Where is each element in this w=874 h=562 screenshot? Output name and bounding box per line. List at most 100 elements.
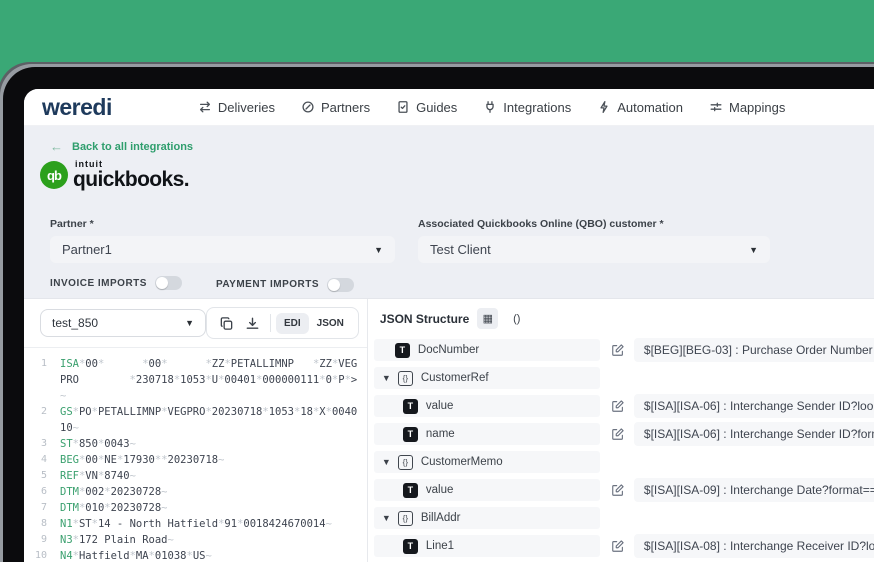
edit-mapping-icon[interactable] xyxy=(611,399,625,413)
structure-row: T value $[ISA][ISA-06] : Interchange Sen… xyxy=(373,394,874,418)
qbo-customer-select[interactable]: Test Client ▼ xyxy=(418,236,770,263)
edi-code-viewer[interactable]: 1 ISA*00* *00* *ZZ*PETALLIMNP *ZZ*VEGPRO … xyxy=(24,348,367,562)
field-pill[interactable]: T value xyxy=(373,479,600,501)
group-pill[interactable]: ▼ {} CustomerRef xyxy=(373,367,600,389)
field-pill[interactable]: T Line1 xyxy=(373,535,600,557)
download-button[interactable] xyxy=(239,310,265,336)
line-number: 2 xyxy=(40,406,47,417)
group-pill[interactable]: ▼ {} CustomerMemo xyxy=(373,451,600,473)
mapping-value[interactable]: $[ISA][ISA-08] : Interchange Receiver ID… xyxy=(633,534,874,558)
collapse-caret-icon[interactable]: ▼ xyxy=(382,457,391,467)
mapping-value[interactable]: $[ISA][ISA-06] : Interchange Sender ID?l… xyxy=(633,394,874,418)
structure-row: ▼ {} CustomerRef xyxy=(373,367,874,389)
field-pill[interactable]: T value xyxy=(373,395,600,417)
json-structure-header: JSON Structure ▦ () ✎ m xyxy=(368,299,874,337)
structure-row: T Line1 $[ISA][ISA-08] : Interchange Rec… xyxy=(373,534,874,558)
json-structure-panel: JSON Structure ▦ () ✎ m T DocNumber xyxy=(368,299,874,562)
invoice-imports-toggle[interactable] xyxy=(154,276,182,290)
table-view-icon[interactable]: ▦ xyxy=(477,308,499,329)
code-line: 9 N3*172 Plain Road~ xyxy=(24,532,367,548)
code-line: 5 REF*VN*8740~ xyxy=(24,468,367,484)
qbo-customer-select-value: Test Client xyxy=(430,242,491,257)
code-view-icon[interactable]: () xyxy=(506,308,527,329)
nav-item-automation[interactable]: Automation xyxy=(597,100,683,115)
code-line: 10 N4*Hatfield*MA*01038*US~ xyxy=(24,548,367,562)
deliveries-icon xyxy=(198,100,212,114)
line-number: 1 xyxy=(40,358,47,369)
qbo-customer-label: Associated Quickbooks Online (QBO) custo… xyxy=(418,218,664,230)
object-type-icon: {} xyxy=(397,454,413,470)
format-json-button[interactable]: JSON xyxy=(309,313,352,334)
panel-title: JSON Structure xyxy=(379,311,470,326)
page: weredi Deliveries Partners Guides Integr… xyxy=(0,0,874,562)
line-number: 6 xyxy=(40,486,47,497)
nav-label: Deliveries xyxy=(217,99,275,115)
test-file-select[interactable]: test_850 ▼ xyxy=(40,309,206,337)
top-nav: weredi Deliveries Partners Guides Integr… xyxy=(24,89,874,126)
nav-label: Mappings xyxy=(729,99,786,115)
partner-label: Partner * xyxy=(50,218,94,230)
payment-imports-toggle[interactable] xyxy=(327,277,355,292)
test-file-select-value: test_850 xyxy=(52,316,99,330)
nav-item-integrations[interactable]: Integrations xyxy=(483,100,571,115)
line-number: 10 xyxy=(34,550,47,561)
edit-mapping-icon[interactable] xyxy=(611,483,625,497)
mapping-value[interactable]: $[ISA][ISA-06] : Interchange Sender ID?f… xyxy=(633,422,874,446)
code-line: 8 N1*ST*14 - North Hatfield*91*0018424670… xyxy=(24,516,367,532)
back-to-integrations-link[interactable]: ← Back to all integrations xyxy=(50,139,193,154)
tab-label: PAYMENT IMPORTS xyxy=(215,279,320,290)
nav-item-guides[interactable]: Guides xyxy=(396,100,457,115)
line-content: N4*Hatfield*MA*01038*US~ xyxy=(60,550,212,562)
line-content: N1*ST*14 - North Hatfield*91*00184246700… xyxy=(60,518,332,530)
line-content: BEG*00*NE*17930**20230718~ xyxy=(60,454,225,466)
format-edi-button[interactable]: EDI xyxy=(276,312,309,334)
line-content: GS*PO*PETALLIMNP*VEGPRO*20230718*1053*18… xyxy=(60,406,358,434)
chevron-down-icon: ▼ xyxy=(185,318,194,328)
group-pill[interactable]: ▼ {} BillAddr xyxy=(373,507,600,529)
code-line: 4 BEG*00*NE*17930**20230718~ xyxy=(24,452,367,468)
text-type-icon: T xyxy=(402,538,418,554)
editor-toolbar: test_850 ▼ EDI JSON xyxy=(24,299,367,348)
mapping-value[interactable]: $[ISA][ISA-09] : Interchange Date?format… xyxy=(633,478,874,502)
field-pill[interactable]: T DocNumber xyxy=(373,339,600,361)
edi-editor-panel: test_850 ▼ EDI JSON 1 ISA*00* *00* *ZZ*P… xyxy=(24,299,368,562)
copy-button[interactable] xyxy=(213,310,239,336)
mapping-value[interactable]: $[BEG][BEG-03] : Purchase Order Number xyxy=(633,338,874,362)
line-number: 8 xyxy=(40,518,47,529)
partners-icon xyxy=(301,100,315,114)
integration-form: Partner * Partner1 ▼ Associated Quickboo… xyxy=(50,218,770,263)
app-window: weredi Deliveries Partners Guides Integr… xyxy=(24,89,874,562)
code-line: 7 DTM*010*20230728~ xyxy=(24,500,367,516)
collapse-caret-icon[interactable]: ▼ xyxy=(382,373,391,383)
guides-icon xyxy=(396,100,410,114)
edit-mapping-icon[interactable] xyxy=(611,427,625,441)
line-number: 7 xyxy=(40,502,47,513)
structure-row: T DocNumber $[BEG][BEG-03] : Purchase Or… xyxy=(373,338,874,362)
line-content: DTM*010*20230728~ xyxy=(60,502,168,514)
edit-mapping-icon[interactable] xyxy=(611,539,625,553)
nav-item-mappings[interactable]: Mappings xyxy=(709,100,785,115)
text-type-icon: T xyxy=(402,398,418,414)
nav-item-partners[interactable]: Partners xyxy=(301,100,370,115)
nav-item-deliveries[interactable]: Deliveries xyxy=(198,100,275,115)
structure-row: ▼ {} BillAddr xyxy=(373,507,874,529)
chevron-down-icon: ▼ xyxy=(749,244,758,255)
nav-label: Automation xyxy=(617,99,683,115)
partner-select[interactable]: Partner1 ▼ xyxy=(50,236,395,263)
nav-label: Partners xyxy=(320,99,371,115)
editor-actions: EDI JSON xyxy=(206,307,359,339)
structure-rows: T DocNumber $[BEG][BEG-03] : Purchase Or… xyxy=(368,337,874,562)
structure-row: ▼ {} CustomerMemo xyxy=(373,451,874,473)
edit-mapping-icon[interactable] xyxy=(611,343,625,357)
automation-icon xyxy=(597,100,611,114)
page-content: ← Back to all integrations qb intuit qui… xyxy=(24,126,874,562)
object-type-icon: {} xyxy=(397,370,413,386)
field-pill[interactable]: T name xyxy=(373,423,600,445)
tab-label: INVOICE IMPORTS xyxy=(50,277,147,289)
nav-label: Guides xyxy=(416,99,458,115)
line-content: REF*VN*8740~ xyxy=(60,470,136,482)
collapse-caret-icon[interactable]: ▼ xyxy=(382,513,391,523)
code-line: 1 ISA*00* *00* *ZZ*PETALLIMNP *ZZ*VEGPRO … xyxy=(24,356,367,404)
nav-label: Integrations xyxy=(503,99,572,115)
text-type-icon: T xyxy=(394,342,410,358)
